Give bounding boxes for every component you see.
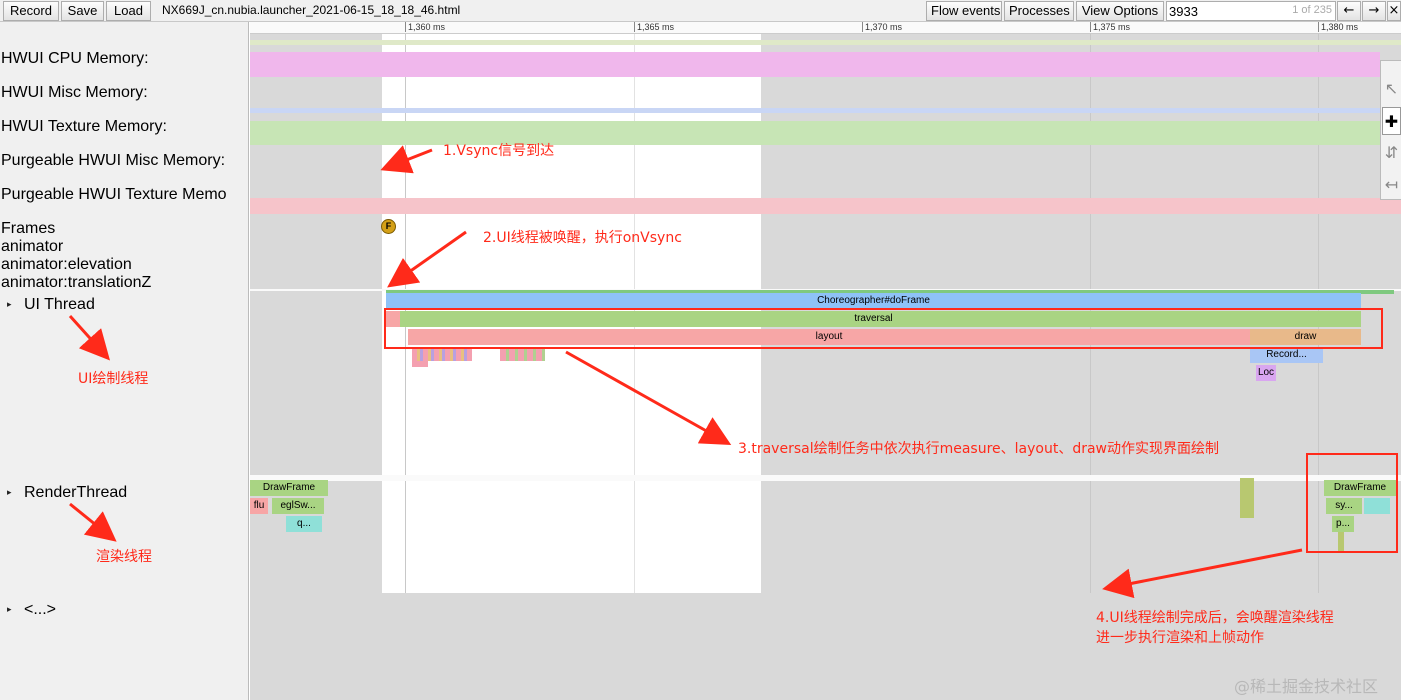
watermark: @稀土掘金技术社区 bbox=[1234, 677, 1379, 696]
arrow-ui-label bbox=[68, 314, 111, 361]
arrow-traversal bbox=[565, 350, 732, 445]
processes-button[interactable]: Processes bbox=[1004, 1, 1074, 21]
timeline-area[interactable]: 1,360 ms 1,365 ms 1,370 ms 1,375 ms 1,38… bbox=[250, 22, 1401, 700]
annotation-render-wake-2: 进一步执行渲染和上帧动作 bbox=[1096, 630, 1264, 646]
annotation-arrows bbox=[380, 145, 1303, 599]
search-result-count: 1 of 235 bbox=[1292, 4, 1332, 16]
annotation-traversal: 3.traversal绘制任务中依次执行measure、layout、draw动… bbox=[738, 441, 1220, 457]
pointer-icon[interactable]: ↖ bbox=[1382, 75, 1401, 103]
flow-events-button[interactable]: Flow events bbox=[926, 1, 1002, 21]
annotation-ui-thread: UI绘制线程 bbox=[78, 371, 149, 387]
next-result-button[interactable]: → bbox=[1362, 1, 1386, 21]
search-box: 1 of 235 bbox=[1166, 1, 1336, 21]
arrow-render bbox=[1102, 548, 1303, 599]
annotation-render-thread: 渲染线程 bbox=[96, 549, 152, 565]
view-options-button[interactable]: View Options bbox=[1076, 1, 1164, 21]
prev-result-button[interactable]: ← bbox=[1337, 1, 1361, 21]
annotation-vsync: 1.Vsync信号到达 bbox=[443, 143, 555, 159]
arrow-render-label bbox=[69, 502, 117, 542]
arrow-ui-wake bbox=[387, 230, 467, 288]
arrow-vsync bbox=[380, 145, 433, 174]
zoom-icon[interactable]: ⇵ bbox=[1382, 139, 1401, 167]
close-search-button[interactable]: × bbox=[1387, 1, 1401, 21]
tool-palette: ↖ ✚ ⇵ ↤ bbox=[1380, 60, 1401, 200]
arrow-right-icon: → bbox=[1368, 3, 1380, 18]
label-arrows bbox=[68, 314, 117, 542]
annotation-render-wake: 4.UI线程绘制完成后，会唤醒渲染线程 bbox=[1096, 610, 1334, 626]
move-icon[interactable]: ✚ bbox=[1382, 107, 1401, 135]
close-icon: × bbox=[1388, 3, 1400, 18]
search-input[interactable] bbox=[1167, 2, 1277, 20]
annotation-ui-wake: 2.UI线程被唤醒，执行onVsync bbox=[483, 230, 682, 246]
arrow-left-icon: ← bbox=[1343, 3, 1355, 18]
timing-icon[interactable]: ↤ bbox=[1382, 171, 1401, 199]
